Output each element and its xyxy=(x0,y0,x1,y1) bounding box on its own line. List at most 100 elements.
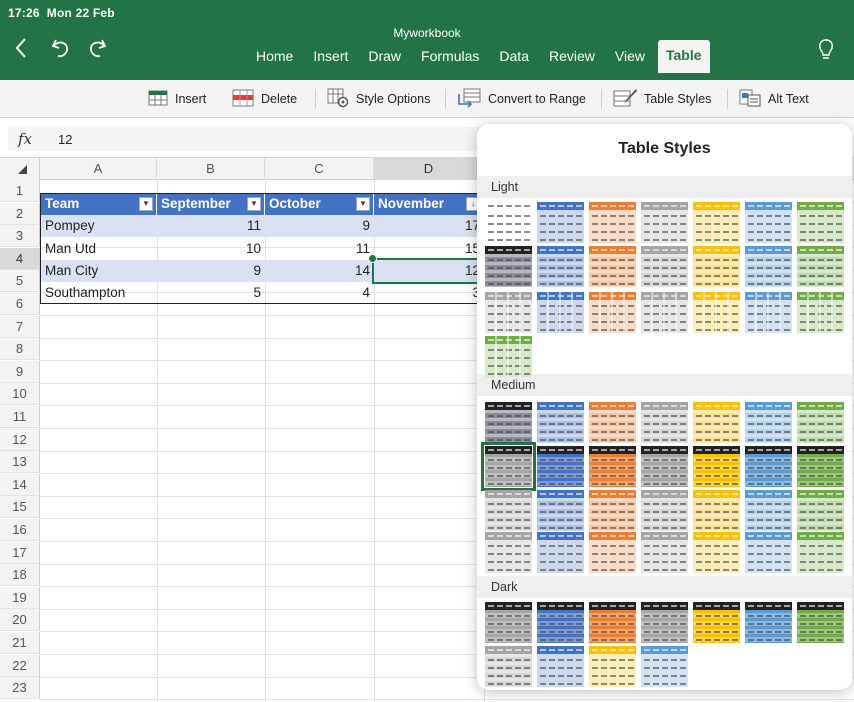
table-style-swatch[interactable] xyxy=(589,446,636,487)
row-header-10[interactable]: 10 xyxy=(0,383,40,406)
delete-button[interactable]: Delete xyxy=(232,87,297,111)
table-style-swatch[interactable] xyxy=(641,490,688,531)
table-styles-button[interactable]: Table Styles xyxy=(613,87,711,111)
table-style-swatch[interactable] xyxy=(485,602,532,643)
table-style-swatch[interactable] xyxy=(537,446,584,487)
table-style-swatch[interactable] xyxy=(485,202,532,243)
row-header-14[interactable]: 14 xyxy=(0,473,40,496)
table-style-swatch[interactable] xyxy=(537,402,584,443)
table-style-swatch[interactable] xyxy=(693,602,740,643)
table-style-swatch[interactable] xyxy=(537,202,584,243)
table-style-swatch[interactable] xyxy=(641,602,688,643)
row-header-18[interactable]: 18 xyxy=(0,564,40,587)
tab-view[interactable]: View xyxy=(608,42,652,73)
tab-formulas[interactable]: Formulas xyxy=(414,42,486,73)
style-options-button[interactable]: Style Options xyxy=(327,87,430,111)
table-style-swatch[interactable] xyxy=(797,602,844,643)
tab-review[interactable]: Review xyxy=(542,42,602,73)
table-style-swatch[interactable] xyxy=(745,292,792,333)
table-style-swatch[interactable] xyxy=(589,246,636,287)
row-header-20[interactable]: 20 xyxy=(0,609,40,632)
table-style-swatch[interactable] xyxy=(589,646,636,687)
table-style-swatch[interactable] xyxy=(485,646,532,687)
table-style-swatch[interactable] xyxy=(589,202,636,243)
table-style-swatch[interactable] xyxy=(537,646,584,687)
table-style-swatch[interactable] xyxy=(589,490,636,531)
row-header-15[interactable]: 15 xyxy=(0,496,40,519)
row-header-17[interactable]: 17 xyxy=(0,541,40,564)
undo-icon[interactable] xyxy=(50,36,72,65)
table-style-swatch[interactable] xyxy=(745,402,792,443)
table-style-swatch[interactable] xyxy=(537,602,584,643)
table-style-swatch[interactable] xyxy=(641,446,688,487)
redo-icon[interactable] xyxy=(86,36,108,65)
table-style-swatch[interactable] xyxy=(797,292,844,333)
tab-data[interactable]: Data xyxy=(492,42,536,73)
insert-button[interactable]: Insert xyxy=(148,87,206,111)
row-header-19[interactable]: 19 xyxy=(0,586,40,609)
table-style-swatch[interactable] xyxy=(797,202,844,243)
row-header-4[interactable]: 4 xyxy=(0,247,40,270)
row-header-16[interactable]: 16 xyxy=(0,519,40,541)
table-style-swatch[interactable] xyxy=(745,246,792,287)
table-style-swatch[interactable] xyxy=(797,532,844,573)
row-header-11[interactable]: 11 xyxy=(0,406,40,428)
row-header-22[interactable]: 22 xyxy=(0,654,40,677)
table-style-swatch[interactable] xyxy=(797,490,844,531)
row-header-23[interactable]: 23 xyxy=(0,677,40,700)
table-style-swatch[interactable] xyxy=(693,246,740,287)
table-style-swatch[interactable] xyxy=(641,202,688,243)
row-header-9[interactable]: 9 xyxy=(0,360,40,383)
table-style-swatch[interactable] xyxy=(537,292,584,333)
table-style-swatch[interactable] xyxy=(485,292,532,333)
function-icon[interactable]: fx xyxy=(18,130,32,148)
column-header-b[interactable]: B xyxy=(157,158,265,180)
row-header-8[interactable]: 8 xyxy=(0,338,40,361)
row-header-13[interactable]: 13 xyxy=(0,451,40,474)
table-style-swatch[interactable] xyxy=(485,532,532,573)
row-header-21[interactable]: 21 xyxy=(0,632,40,654)
table-style-swatch[interactable] xyxy=(641,246,688,287)
table-style-swatch[interactable] xyxy=(537,246,584,287)
table-style-swatch[interactable] xyxy=(641,402,688,443)
table-style-swatch[interactable] xyxy=(641,646,688,687)
table-style-swatch[interactable] xyxy=(797,402,844,443)
table-style-swatch[interactable] xyxy=(537,490,584,531)
alt-text-button[interactable]: Alt Text xyxy=(739,87,809,111)
selection-handle[interactable] xyxy=(368,254,377,263)
tab-home[interactable]: Home xyxy=(249,42,300,73)
table-style-swatch[interactable] xyxy=(745,490,792,531)
table-style-swatch[interactable] xyxy=(693,446,740,487)
table-style-swatch[interactable] xyxy=(693,292,740,333)
row-header-3[interactable]: 3 xyxy=(0,225,40,248)
table-style-swatch[interactable] xyxy=(797,446,844,487)
tab-insert[interactable]: Insert xyxy=(306,42,355,73)
table-style-swatch[interactable] xyxy=(641,292,688,333)
table-style-swatch[interactable] xyxy=(589,532,636,573)
tab-table[interactable]: Table xyxy=(657,40,710,73)
table-style-swatch[interactable] xyxy=(745,446,792,487)
table-style-swatch[interactable] xyxy=(485,490,532,531)
table-style-swatch[interactable] xyxy=(745,532,792,573)
column-header-c[interactable]: C xyxy=(265,158,374,180)
row-header-1[interactable]: 1 xyxy=(0,180,40,202)
table-style-swatch[interactable] xyxy=(485,246,532,287)
table-style-swatch[interactable] xyxy=(745,602,792,643)
table-style-swatch[interactable] xyxy=(485,336,532,377)
table-style-swatch[interactable] xyxy=(797,246,844,287)
table-style-swatch[interactable] xyxy=(641,532,688,573)
table-style-swatch[interactable] xyxy=(589,402,636,443)
row-header-6[interactable]: 6 xyxy=(0,293,40,315)
column-header-a[interactable]: A xyxy=(40,158,157,180)
table-style-swatch[interactable] xyxy=(693,402,740,443)
table-style-swatch[interactable] xyxy=(589,602,636,643)
formula-value[interactable]: 12 xyxy=(58,132,72,147)
row-header-12[interactable]: 12 xyxy=(0,428,40,451)
table-style-swatch[interactable] xyxy=(485,402,532,443)
select-all-button[interactable] xyxy=(0,158,40,180)
back-icon[interactable] xyxy=(14,36,28,65)
row-header-5[interactable]: 5 xyxy=(0,270,40,293)
table-style-swatch[interactable] xyxy=(745,202,792,243)
table-style-swatch[interactable] xyxy=(693,532,740,573)
table-style-swatch[interactable] xyxy=(537,532,584,573)
